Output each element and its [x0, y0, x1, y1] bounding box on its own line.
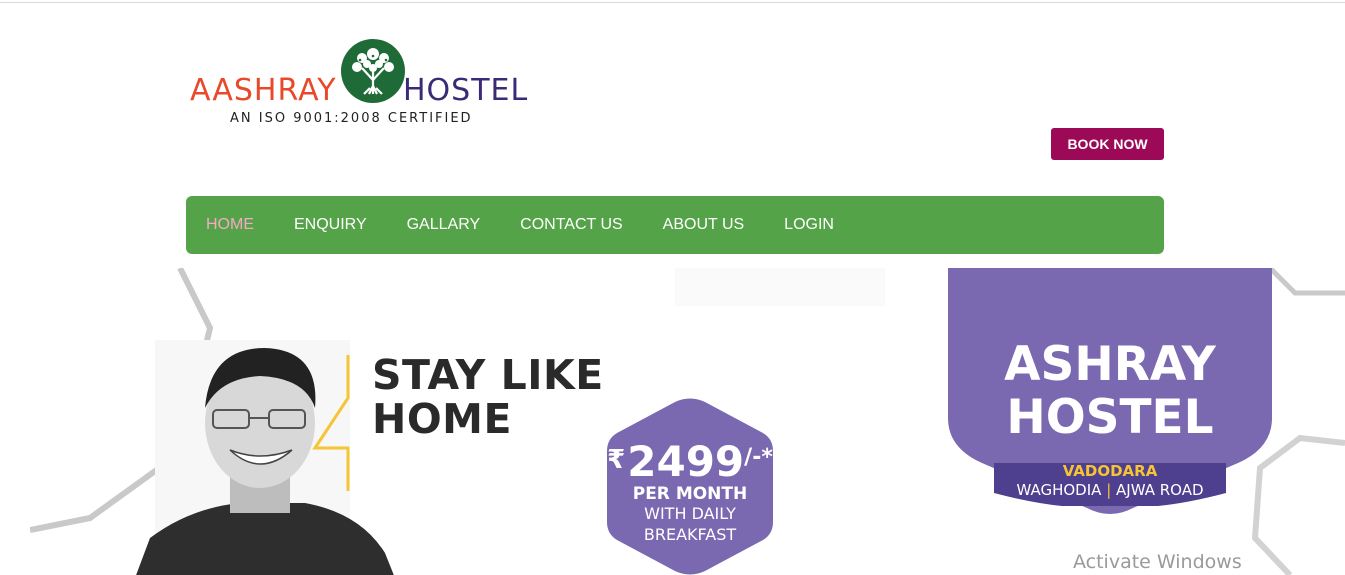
price-period: PER MONTH: [632, 484, 748, 504]
nav-item-login[interactable]: LOGIN: [784, 216, 834, 234]
badge-city: VADODARA: [1062, 462, 1158, 480]
price-info: ₹2499/-* PER MONTH WITH DAILY BREAKFAST: [605, 436, 775, 545]
price-amount: ₹2499/-*: [605, 436, 775, 484]
price-suffix: /-*: [744, 445, 773, 470]
badge-title-line-1: ASHRAY: [1004, 337, 1216, 392]
hero-headline: STAY LIKE HOME: [372, 353, 604, 441]
logo-tagline: AN ISO 9001:2008 CERTIFIED: [230, 111, 473, 126]
top-divider: [0, 2, 1345, 3]
site-logo[interactable]: AASHRAY HOSTEL AN ISO 9001:2008 CERTIFIE…: [190, 38, 530, 130]
nav-item-enquiry[interactable]: ENQUIRY: [294, 216, 367, 234]
nav-item-about-us[interactable]: ABOUT US: [663, 216, 745, 234]
hero-banner[interactable]: STAY LIKE HOME ₹2499/-* PER MONTH WITH D…: [30, 268, 1345, 575]
badge-title-line-2: HOSTEL: [1006, 390, 1214, 445]
badge-road-separator: |: [1106, 481, 1112, 499]
logo-word-left-text: AASHRAY: [190, 73, 337, 108]
logo-word-left: AASHRAY: [190, 76, 337, 106]
nav-item-gallary[interactable]: GALLARY: [407, 216, 481, 234]
logo-word-right-text: HOSTEL: [403, 73, 529, 108]
headline-line-1: STAY LIKE: [372, 351, 604, 399]
price-note-1: WITH DAILY: [644, 504, 736, 523]
student-photo: [136, 348, 394, 575]
price-currency: ₹: [607, 445, 626, 475]
badge-road-left: WAGHODIA: [1016, 481, 1102, 499]
tree-icon: [341, 39, 405, 103]
badge-location: WAGHODIA | AJWA ROAD: [948, 481, 1272, 499]
nav-item-home[interactable]: HOME: [206, 216, 254, 234]
badge-title: ASHRAY HOSTEL: [948, 338, 1272, 444]
headline-line-2: HOME: [372, 395, 512, 443]
badge-road-right: AJWA ROAD: [1116, 481, 1204, 499]
activate-windows-watermark: Activate Windows: [1073, 551, 1242, 573]
nav-item-contact-us[interactable]: CONTACT US: [520, 216, 623, 234]
logo-word-right: HOSTEL: [403, 76, 528, 106]
price-note-2: BREAKFAST: [643, 525, 737, 544]
price-value: 2499: [627, 437, 745, 486]
yellow-bolt-decoration: [312, 355, 350, 491]
book-now-button[interactable]: BOOK NOW: [1051, 128, 1164, 160]
main-nav: HOME ENQUIRY GALLARY CONTACT US ABOUT US…: [186, 196, 1164, 254]
